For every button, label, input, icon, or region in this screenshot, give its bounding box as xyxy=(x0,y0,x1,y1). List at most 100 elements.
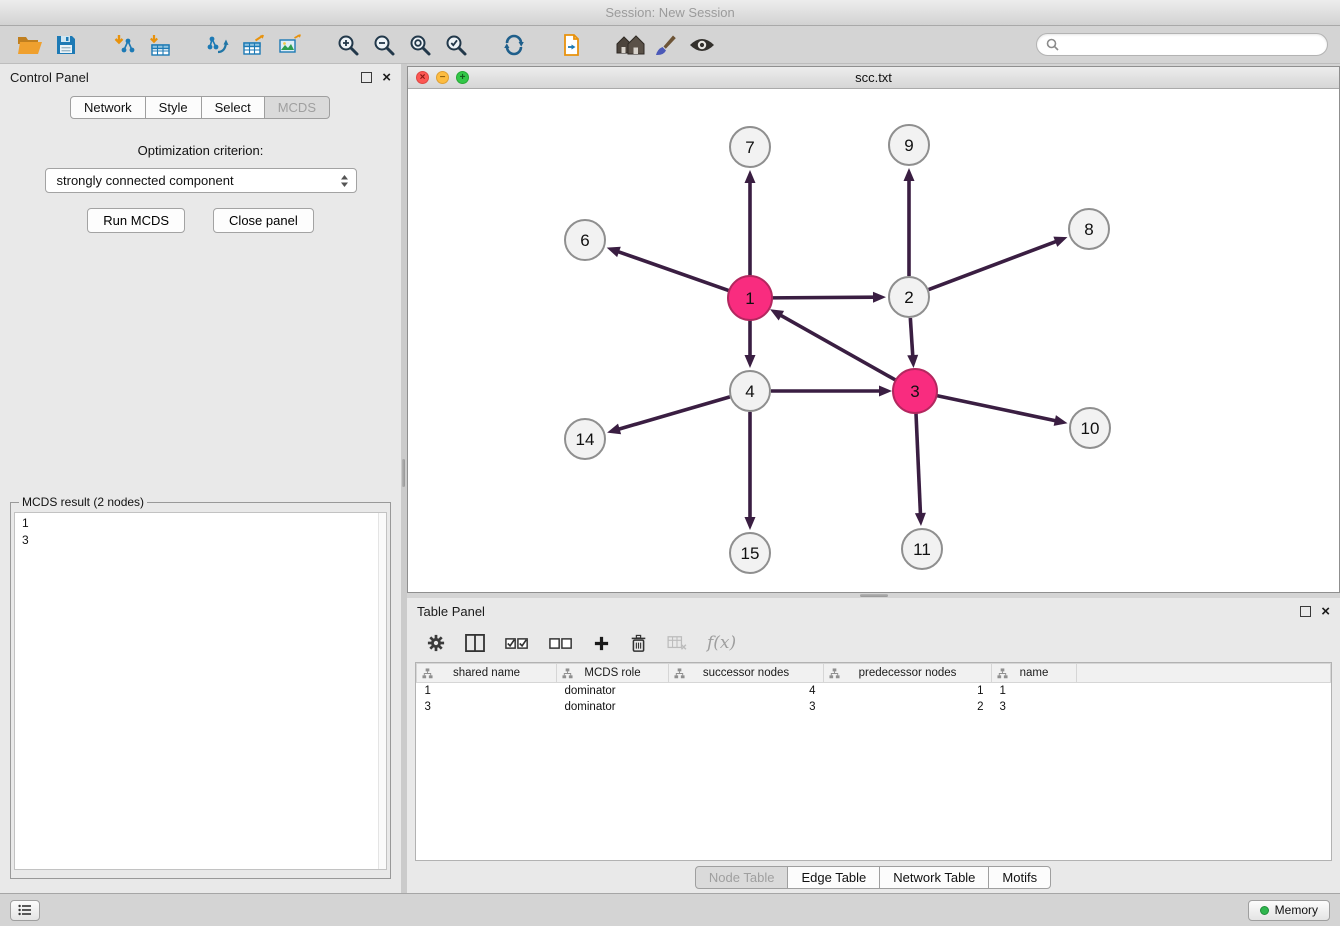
task-list-icon xyxy=(18,904,32,916)
graph-node-2[interactable]: 2 xyxy=(889,277,929,317)
export-image-button[interactable] xyxy=(272,30,308,60)
import-table-button[interactable] xyxy=(142,30,178,60)
minimize-window-icon[interactable]: − xyxy=(436,71,449,84)
run-mcds-button[interactable]: Run MCDS xyxy=(87,208,185,233)
deselect-all-button[interactable] xyxy=(549,636,573,651)
graph-node-10[interactable]: 10 xyxy=(1070,408,1110,448)
clone-network-button[interactable] xyxy=(554,30,590,60)
graph-node-11[interactable]: 11 xyxy=(902,529,942,569)
node-table[interactable]: shared nameMCDS rolesuccessor nodesprede… xyxy=(415,662,1332,861)
graph-node-9[interactable]: 9 xyxy=(889,125,929,165)
maximize-window-icon[interactable]: + xyxy=(456,71,469,84)
graph-node-6[interactable]: 6 xyxy=(565,220,605,260)
zoom-fit-button[interactable] xyxy=(402,30,438,60)
table-row[interactable]: 1dominator411 xyxy=(417,683,1331,699)
edge-3-1[interactable] xyxy=(780,315,897,381)
edge-2-8[interactable] xyxy=(929,241,1058,290)
arrowhead-2-3 xyxy=(907,355,918,368)
table-settings-button[interactable] xyxy=(427,634,445,652)
edge-1-6[interactable] xyxy=(617,251,730,291)
show-columns-button[interactable] xyxy=(465,634,485,652)
import-network-button[interactable] xyxy=(106,30,142,60)
zoom-out-icon xyxy=(372,33,396,57)
memory-button[interactable]: Memory xyxy=(1248,900,1330,921)
table-panel-header: Table Panel × xyxy=(407,598,1340,624)
tab-select[interactable]: Select xyxy=(201,96,265,119)
tab-motifs[interactable]: Motifs xyxy=(988,866,1051,889)
export-table-icon xyxy=(242,33,266,57)
optimization-dropdown[interactable]: strongly connected component xyxy=(45,168,357,193)
show-hide-button[interactable] xyxy=(684,30,720,60)
export-table-button[interactable] xyxy=(236,30,272,60)
graph-node-3[interactable]: 3 xyxy=(893,369,937,413)
close-panel-icon[interactable]: × xyxy=(382,72,391,83)
graph-node-4[interactable]: 4 xyxy=(730,371,770,411)
tab-network-table[interactable]: Network Table xyxy=(879,866,989,889)
graph-node-15[interactable]: 15 xyxy=(730,533,770,573)
arrowhead-1-6 xyxy=(607,247,621,257)
close-window-icon[interactable]: × xyxy=(416,71,429,84)
task-history-button[interactable] xyxy=(10,900,40,921)
node-label: 9 xyxy=(904,136,913,155)
graph-node-14[interactable]: 14 xyxy=(565,419,605,459)
column-header-successor-nodes[interactable]: successor nodes xyxy=(669,664,824,683)
search-input[interactable] xyxy=(1065,38,1318,52)
edge-1-2[interactable] xyxy=(771,297,875,298)
mcds-result-line: 1 xyxy=(22,515,379,532)
save-session-button[interactable] xyxy=(48,30,84,60)
zoom-selected-button[interactable] xyxy=(438,30,474,60)
arrowhead-1-7 xyxy=(745,170,756,183)
home-button[interactable] xyxy=(612,30,648,60)
close-table-panel-icon[interactable]: × xyxy=(1321,606,1330,617)
export-network-icon xyxy=(206,33,230,57)
network-canvas[interactable]: 7 9 6 8 1 2 4 3 14 10 15 11 xyxy=(408,89,1339,592)
tab-mcds[interactable]: MCDS xyxy=(264,96,330,119)
search-field[interactable] xyxy=(1036,33,1328,56)
column-header-shared-name[interactable]: shared name xyxy=(417,664,557,683)
node-label: 14 xyxy=(576,430,595,449)
close-panel-button[interactable]: Close panel xyxy=(213,208,314,233)
float-panel-icon[interactable] xyxy=(361,72,372,83)
graph-node-1[interactable]: 1 xyxy=(728,276,772,320)
tab-node-table[interactable]: Node Table xyxy=(695,866,789,889)
delete-column-button[interactable] xyxy=(630,634,647,653)
zoom-out-button[interactable] xyxy=(366,30,402,60)
vertical-splitter[interactable] xyxy=(401,64,407,893)
refresh-view-button[interactable] xyxy=(496,30,532,60)
mcds-result-area[interactable]: 13 xyxy=(14,512,387,870)
select-all-button[interactable] xyxy=(505,636,529,651)
style-brush-button[interactable] xyxy=(648,30,684,60)
tab-style[interactable]: Style xyxy=(145,96,202,119)
table-row[interactable]: 3dominator323 xyxy=(417,699,1331,715)
open-session-button[interactable] xyxy=(12,30,48,60)
tab-network[interactable]: Network xyxy=(70,96,146,119)
edge-3-10[interactable] xyxy=(936,395,1057,421)
memory-label: Memory xyxy=(1275,903,1318,917)
graph-node-7[interactable]: 7 xyxy=(730,127,770,167)
column-header-name[interactable]: name xyxy=(992,664,1077,683)
network-window-title: scc.txt xyxy=(408,70,1339,85)
mcds-panel: Optimization criterion: strongly connect… xyxy=(0,127,401,893)
export-network-button[interactable] xyxy=(200,30,236,60)
eye-icon xyxy=(689,37,715,53)
horizontal-splitter[interactable] xyxy=(860,594,888,597)
style-brush-icon xyxy=(654,33,678,57)
edge-3-11[interactable] xyxy=(916,412,921,515)
edge-4-14[interactable] xyxy=(618,397,730,430)
zoom-in-button[interactable] xyxy=(330,30,366,60)
column-header-MCDS-role[interactable]: MCDS role xyxy=(557,664,669,683)
network-graph[interactable]: 7 9 6 8 1 2 4 3 14 10 15 11 xyxy=(408,89,1339,592)
arrowhead-2-8 xyxy=(1053,237,1067,247)
graph-node-8[interactable]: 8 xyxy=(1069,209,1109,249)
column-header-predecessor-nodes[interactable]: predecessor nodes xyxy=(824,664,992,683)
import-table-icon xyxy=(148,33,172,57)
node-label: 1 xyxy=(745,289,754,308)
mcds-result-line: 3 xyxy=(22,532,379,549)
add-column-button[interactable] xyxy=(593,635,610,652)
plus-icon xyxy=(593,635,610,652)
edge-2-3[interactable] xyxy=(910,318,912,357)
column-type-icon xyxy=(997,668,1008,679)
result-scrollbar[interactable] xyxy=(378,513,386,869)
float-table-panel-icon[interactable] xyxy=(1300,606,1311,617)
tab-edge-table[interactable]: Edge Table xyxy=(787,866,880,889)
